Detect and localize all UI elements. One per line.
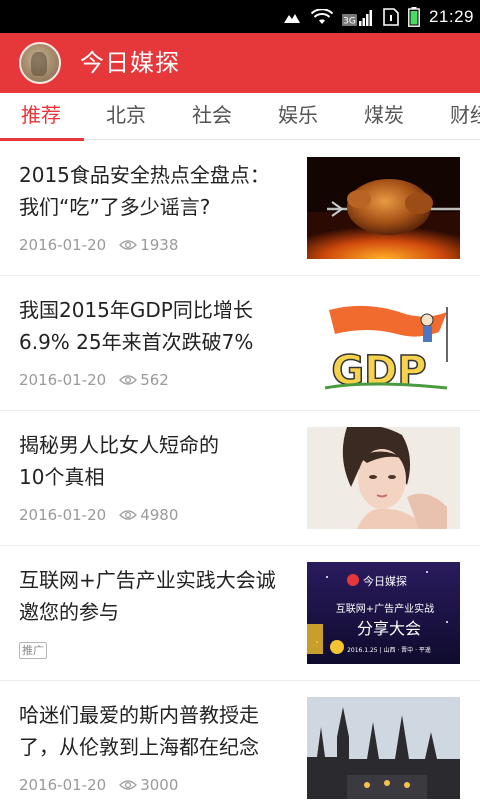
tab-society[interactable]: 社会 <box>181 93 243 139</box>
roast-chicken-image[interactable] <box>307 157 460 259</box>
news-title[interactable]: 我国2015年GDP同比增长6.9% 25年来首次跌破7% <box>19 294 284 358</box>
eye-icon <box>119 510 138 520</box>
view-count: 3000 <box>140 776 179 794</box>
banner-brand: 今日媒探 <box>363 574 407 588</box>
eye-icon <box>119 375 138 385</box>
news-title[interactable]: 揭秘男人比女人短命的10个真相 <box>19 429 239 493</box>
tab-finance[interactable]: 财经 <box>439 93 480 139</box>
conference-banner-image[interactable]: 今日媒探 互联网+广告产业实战 分享大会 2016.1.25 | 山西 · 晋中… <box>307 562 460 664</box>
news-meta: 2016-01-20 562 <box>19 371 169 389</box>
view-count: 1938 <box>140 236 179 254</box>
news-item[interactable]: 2015食品安全热点全盘点：我们“吃”了多少谣言? 2016-01-20 193… <box>0 141 480 276</box>
status-time: 21:29 <box>428 6 474 26</box>
app-header: 今日媒探 <box>0 33 480 93</box>
tab-entertainment[interactable]: 娱乐 <box>267 93 329 139</box>
news-date: 2016-01-20 <box>19 506 107 524</box>
view-count-group: 1938 <box>119 236 178 254</box>
news-date: 2016-01-20 <box>19 776 107 794</box>
signal-3g-icon: 3G <box>341 9 372 26</box>
tab-beijing[interactable]: 北京 <box>95 93 157 139</box>
news-item[interactable]: 互联网+广告产业实践大会诚邀您的参与 推广 今日媒探 互联网+广告产业实战 分享… <box>0 546 480 681</box>
news-date: 2016-01-20 <box>19 371 107 389</box>
view-count-group: 4980 <box>119 506 178 524</box>
banner-line1: 互联网+广告产业实战 <box>336 602 434 615</box>
news-item[interactable]: 哈迷们最爱的斯内普教授走了，从伦敦到上海都在纪念 2016-01-20 3000 <box>0 681 480 800</box>
view-count: 4980 <box>140 506 179 524</box>
news-meta: 2016-01-20 4980 <box>19 506 178 524</box>
hogwarts-castle-image[interactable] <box>307 697 460 799</box>
news-item[interactable]: 我国2015年GDP同比增长6.9% 25年来首次跌破7% 2016-01-20… <box>0 276 480 411</box>
eye-icon <box>119 780 138 790</box>
tab-coal[interactable]: 煤炭 <box>353 93 415 139</box>
category-tabs: 推荐 北京 社会 娱乐 煤炭 财经 <box>0 93 480 140</box>
wifi-icon <box>310 8 333 24</box>
view-count-group: 3000 <box>119 776 178 794</box>
banner-line2: 分享大会 <box>357 619 421 638</box>
sim-card-icon <box>383 7 399 26</box>
portrait-image[interactable] <box>307 427 460 529</box>
app-title: 今日媒探 <box>80 49 180 77</box>
news-title[interactable]: 互联网+广告产业实践大会诚邀您的参与 <box>19 564 284 628</box>
news-item[interactable]: 揭秘男人比女人短命的10个真相 2016-01-20 4980 <box>0 411 480 546</box>
gdp-image-text: GDP <box>331 348 426 394</box>
eye-icon <box>119 240 138 250</box>
avatar[interactable] <box>19 42 61 84</box>
news-title[interactable]: 2015食品安全热点全盘点：我们“吃”了多少谣言? <box>19 159 284 223</box>
news-meta: 2016-01-20 3000 <box>19 776 178 794</box>
battery-icon <box>408 6 420 27</box>
cloud-sync-icon <box>283 13 300 23</box>
status-bar: 3G 21:29 <box>0 0 480 33</box>
ad-badge: 推广 <box>19 642 47 659</box>
news-date: 2016-01-20 <box>19 236 107 254</box>
view-count: 562 <box>140 371 169 389</box>
banner-footer: 2016.1.25 | 山西 · 晋中 · 平遥 <box>347 646 431 654</box>
gdp-cartoon-image[interactable]: GDP <box>307 292 460 394</box>
news-title[interactable]: 哈迷们最爱的斯内普教授走了，从伦敦到上海都在纪念 <box>19 699 289 763</box>
view-count-group: 562 <box>119 371 169 389</box>
news-meta: 2016-01-20 1938 <box>19 236 178 254</box>
tab-recommend[interactable]: 推荐 <box>10 93 72 139</box>
network-type-label: 3G <box>343 16 356 26</box>
